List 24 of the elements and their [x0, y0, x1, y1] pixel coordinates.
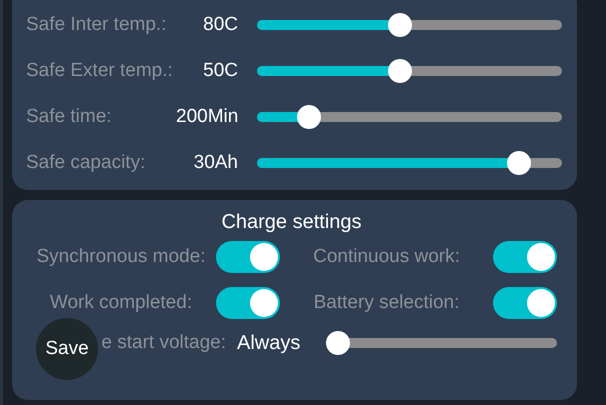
toggle-switch[interactable]: [216, 287, 280, 319]
setting-label: Safe time:: [26, 106, 113, 128]
setting-label: Continuous work:: [312, 246, 461, 268]
slider-thumb[interactable]: [507, 151, 532, 175]
setting-value: Always: [236, 332, 302, 354]
toggle-switch[interactable]: [493, 241, 557, 273]
setting-value: 50C: [202, 60, 238, 82]
slider-thumb[interactable]: [296, 105, 321, 129]
setting-label: Safe Exter temp.:: [26, 60, 174, 82]
toggle-switch[interactable]: [216, 241, 280, 273]
slider-thumb[interactable]: [388, 59, 412, 83]
setting-label: e start voltage:: [101, 332, 226, 354]
setting-value: 80C: [202, 14, 238, 36]
setting-label: Safe capacity:: [26, 152, 146, 174]
setting-label: Battery selection:: [312, 292, 460, 314]
toggle-switch[interactable]: [493, 287, 557, 319]
setting-value: 200Min: [176, 106, 238, 128]
slider-thumb[interactable]: [326, 331, 350, 355]
setting-label: Synchronous mode:: [36, 246, 206, 268]
section-title: Charge settings: [220, 210, 363, 235]
slider-thumb[interactable]: [388, 13, 412, 37]
setting-label: Work completed:: [48, 292, 194, 314]
setting-label: Safe Inter temp.:: [26, 14, 168, 36]
setting-value: 30Ah: [192, 152, 238, 174]
